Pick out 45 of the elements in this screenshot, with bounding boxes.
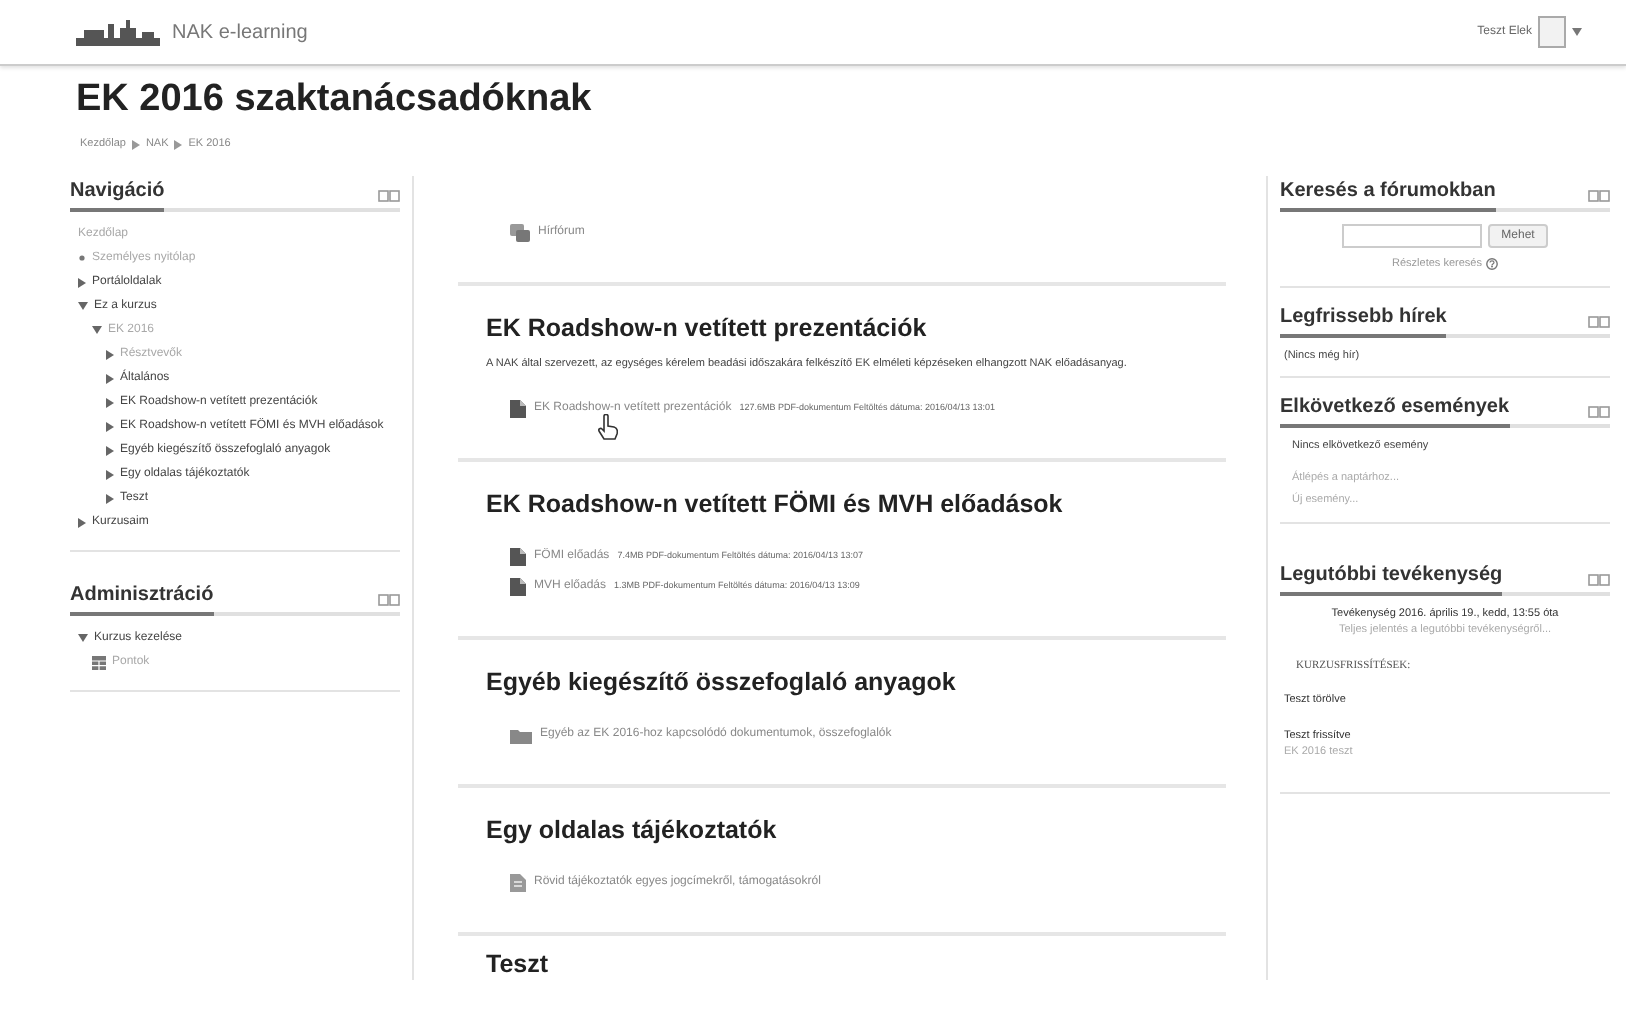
collapsed-arrow-icon[interactable] bbox=[106, 469, 114, 480]
collapsed-arrow-icon[interactable] bbox=[106, 349, 114, 360]
collapsed-arrow-icon[interactable] bbox=[106, 421, 114, 432]
collapsed-arrow-icon[interactable] bbox=[78, 517, 86, 528]
block-title: Elkövetkező események bbox=[1280, 391, 1510, 428]
logo-drawing[interactable] bbox=[76, 18, 160, 46]
dock-icon[interactable] bbox=[378, 594, 400, 607]
page-icon bbox=[510, 874, 526, 893]
folder-icon bbox=[510, 727, 532, 744]
section-title: Egyéb kiegészítő összefoglaló anyagok bbox=[486, 666, 958, 699]
section-title: Egy oldalas tájékoztatók bbox=[486, 814, 779, 847]
collapsed-arrow-icon[interactable] bbox=[106, 445, 114, 456]
section-title: Teszt bbox=[486, 948, 551, 981]
block-title: Legfrissebb hírek bbox=[1280, 301, 1447, 337]
separator-icon bbox=[131, 139, 140, 150]
site-name[interactable]: NAK e-learning bbox=[172, 17, 308, 47]
help-icon[interactable] bbox=[1485, 258, 1498, 271]
collapsed-arrow-icon[interactable] bbox=[106, 397, 114, 408]
search-field[interactable] bbox=[1341, 224, 1482, 249]
forum-icon bbox=[510, 224, 530, 243]
document-icon bbox=[510, 400, 526, 419]
document-icon bbox=[510, 548, 526, 567]
block-title: Navigáció bbox=[70, 176, 165, 213]
dock-icon[interactable] bbox=[1588, 315, 1610, 327]
dock-icon[interactable] bbox=[378, 190, 400, 203]
caret-icon[interactable] bbox=[1572, 28, 1582, 36]
block-title: Keresés a fórumokban bbox=[1280, 176, 1496, 213]
dock-icon[interactable] bbox=[1588, 405, 1610, 418]
table-icon bbox=[92, 655, 106, 670]
block-title: Adminisztráció bbox=[70, 580, 214, 617]
collapsed-arrow-icon[interactable] bbox=[106, 493, 114, 504]
collapsed-arrow-icon[interactable] bbox=[78, 277, 86, 288]
dock-icon[interactable] bbox=[1588, 190, 1610, 203]
expanded-arrow-icon[interactable] bbox=[78, 302, 88, 311]
page-title: EK 2016 szaktanácsadóknak bbox=[74, 76, 594, 124]
expanded-arrow-icon[interactable] bbox=[78, 634, 88, 643]
expanded-arrow-icon[interactable] bbox=[92, 326, 102, 335]
collapsed-arrow-icon[interactable] bbox=[106, 373, 114, 384]
separator-icon bbox=[174, 139, 183, 150]
section-title: EK Roadshow-n vetített FÖMI és MVH előadások bbox=[486, 488, 1065, 521]
document-icon bbox=[510, 578, 526, 597]
section-title: EK Roadshow-n vetített prezentációk bbox=[486, 312, 929, 345]
block-title: Legutóbbi tevékenység bbox=[1280, 559, 1503, 595]
bullet-icon bbox=[78, 254, 86, 263]
dock-icon[interactable] bbox=[1588, 573, 1610, 585]
